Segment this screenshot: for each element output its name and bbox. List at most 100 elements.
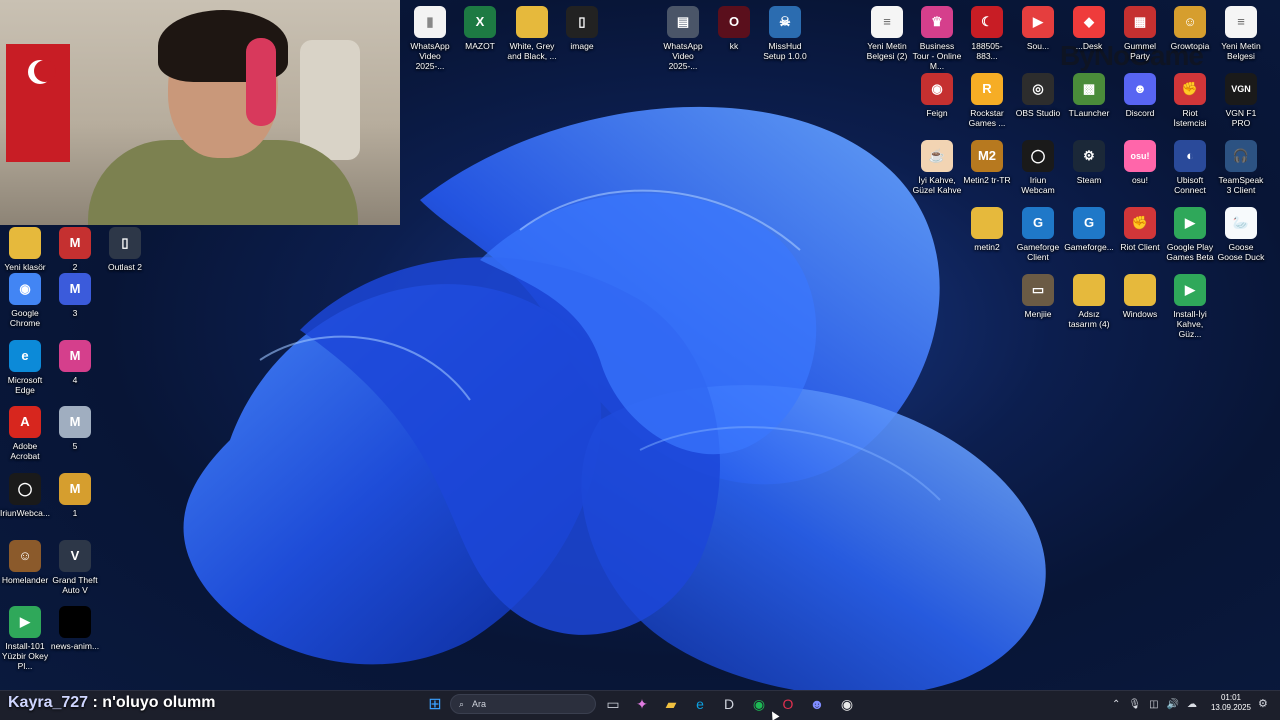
icon-gummel-party[interactable]: ▦ Gummel Party <box>1115 6 1165 61</box>
taskbar-search[interactable]: ⌕ Ara <box>450 694 596 714</box>
icon-label: osu! <box>1131 175 1149 185</box>
file-explorer-button[interactable]: ▰ <box>660 694 682 714</box>
cloud-icon[interactable]: ☁ <box>1187 699 1197 710</box>
icon-metin2-tr[interactable]: M2 Metin2 tr-TR <box>962 140 1012 185</box>
icon-riot-istemcisi[interactable]: ✊ Riot İstemcisi <box>1165 73 1215 128</box>
icon-outlast-2-icon: ▯ <box>109 227 141 259</box>
icon-2[interactable]: M2 <box>50 227 100 272</box>
icon-whatsapp-video-2[interactable]: ▤ WhatsApp Video 2025-... <box>658 6 708 71</box>
network-icon[interactable]: ◫ <box>1149 699 1158 710</box>
icon-label: Growtopia <box>1170 41 1210 51</box>
icon-microsoft-edge[interactable]: e Microsoft Edge <box>0 340 50 395</box>
icon-goose-goose-duck-icon: 🦢 <box>1225 207 1257 239</box>
icon-metin2[interactable]: metin2 <box>962 207 1012 252</box>
webcam-overlay <box>0 0 400 225</box>
icon-flag-file-icon: ☾ <box>971 6 1003 38</box>
chevron-up-icon[interactable]: ⌃ <box>1112 699 1120 710</box>
icon-iriunwebcam[interactable]: ◯ IriunWebca... <box>0 473 50 518</box>
clock-time: 01:01 <box>1220 693 1242 702</box>
icon-microsoft-edge-icon: e <box>9 340 41 372</box>
icon-goose-goose-duck[interactable]: 🦢 Goose Goose Duck <box>1216 207 1266 262</box>
copilot-button[interactable]: ✦ <box>631 694 653 714</box>
icon-anydesk[interactable]: ◆ ...Desk <box>1064 6 1114 51</box>
icon-whatsapp-video-1[interactable]: ▮ WhatsApp Video 2025-... <box>405 6 455 71</box>
microphone-icon[interactable]: 🎙 <box>1128 699 1141 710</box>
icon-osu[interactable]: osu! osu! <box>1115 140 1165 185</box>
spotify-button[interactable]: ◉ <box>748 694 770 714</box>
icon-label: WhatsApp Video 2025-... <box>663 41 703 71</box>
volume-icon[interactable]: 🔊 <box>1167 699 1179 710</box>
chrome-taskbar-button[interactable]: ◉ <box>836 694 858 714</box>
icon-gameforge-2[interactable]: G Gameforge... <box>1064 207 1114 252</box>
icon-discord[interactable]: ☻ Discord <box>1115 73 1165 118</box>
icon-gta-v[interactable]: V Grand Theft Auto V <box>50 540 100 595</box>
start-button[interactable]: ⊞ <box>424 694 446 714</box>
icon-iriun-webcam[interactable]: ◯ Iriun Webcam <box>1013 140 1063 195</box>
icon-iyi-kahve-icon: ☕ <box>921 140 953 172</box>
icon-outlast-2[interactable]: ▯ Outlast 2 <box>100 227 150 272</box>
icon-vgn-f1-pro[interactable]: VGN VGN F1 PRO <box>1216 73 1266 128</box>
icon-label: Adsız tasarım (4) <box>1068 309 1110 329</box>
icon-yeni-metin[interactable]: ≡ Yeni Metin Belgesi <box>1216 6 1266 61</box>
icon-image[interactable]: ▯ image <box>557 6 607 51</box>
icon-riot-istemcisi-icon: ✊ <box>1174 73 1206 105</box>
chair <box>300 40 360 160</box>
icon-windows-folder[interactable]: Windows <box>1115 274 1165 319</box>
icon-misshud[interactable]: ☠ MissHud Setup 1.0.0 <box>760 6 810 61</box>
icon-flag-file[interactable]: ☾ 188505-883... <box>962 6 1012 61</box>
icon-adsiz-tasarim[interactable]: Adsız tasarım (4) <box>1064 274 1114 329</box>
icon-business-tour-icon: ♛ <box>921 6 953 38</box>
icon-label: Google Play Games Beta <box>1166 242 1214 262</box>
icon-label: 188505-883... <box>971 41 1003 61</box>
icon-label: 4 <box>72 375 78 385</box>
chat-username: Kayra_727 <box>8 694 89 711</box>
dell-button[interactable]: D <box>718 694 740 714</box>
discord-taskbar-button[interactable]: ☻ <box>806 694 828 714</box>
icon-yeni-metin-2[interactable]: ≡ Yeni Metin Belgesi (2) <box>862 6 912 61</box>
icon-growtopia[interactable]: ☺ Growtopia <box>1165 6 1215 51</box>
taskbar-clock[interactable]: 01:01 13.09.2025 <box>1208 693 1254 713</box>
icon-tlauncher[interactable]: ▩ TLauncher <box>1064 73 1114 118</box>
icon-feign[interactable]: ◉ Feign <box>912 73 962 118</box>
icon-iriunwebcam-icon: ◯ <box>9 473 41 505</box>
icon-riot-client[interactable]: ✊ Riot Client <box>1115 207 1165 252</box>
icon-label: Install-101 Yüzbir Okey Pl... <box>1 641 49 671</box>
icon-news-anim[interactable]: news-anim... <box>50 606 100 651</box>
icon-mazot[interactable]: X MAZOT <box>455 6 505 51</box>
icon-3[interactable]: M3 <box>50 273 100 318</box>
icon-soundpad[interactable]: ▶ Sou... <box>1013 6 1063 51</box>
icon-label: Rockstar Games ... <box>968 108 1006 128</box>
icon-iyi-kahve[interactable]: ☕ İyi Kahve, Güzel Kahve <box>912 140 962 195</box>
opera-button[interactable]: O <box>777 694 799 714</box>
icon-label: Metin2 tr-TR <box>963 175 1011 185</box>
icon-gameforge-client[interactable]: G Gameforge Client <box>1013 207 1063 262</box>
edge-taskbar-button[interactable]: e <box>689 694 711 714</box>
icon-menjiie[interactable]: ▭ Menjiie <box>1013 274 1063 319</box>
icon-anydesk-icon: ◆ <box>1073 6 1105 38</box>
icon-install-iyi-kahve[interactable]: ▶ Install-İyi Kahve, Güz... <box>1165 274 1215 339</box>
icon-google-play-games[interactable]: ▶ Google Play Games Beta <box>1165 207 1215 262</box>
icon-obs[interactable]: ◎ OBS Studio <box>1013 73 1063 118</box>
icon-install-101-yuzbir[interactable]: ▶ Install-101 Yüzbir Okey Pl... <box>0 606 50 671</box>
icon-5-icon: M <box>59 406 91 438</box>
icon-steam[interactable]: ⚙ Steam <box>1064 140 1114 185</box>
task-view-button[interactable]: ▭ <box>602 694 624 714</box>
icon-label: Microsoft Edge <box>7 375 43 395</box>
system-tray: ⌃ 🎙 ◫ 🔊 ☁ <box>1112 694 1197 714</box>
icon-5[interactable]: M5 <box>50 406 100 451</box>
icon-teamspeak[interactable]: 🎧 TeamSpeak 3 Client <box>1216 140 1266 195</box>
icon-gameforge-2-icon: G <box>1073 207 1105 239</box>
icon-white-grey-black[interactable]: White, Grey and Black, ... <box>507 6 557 61</box>
notification-icon[interactable]: ⚙ <box>1258 697 1268 710</box>
icon-kk[interactable]: Okk <box>709 6 759 51</box>
icon-ubisoft[interactable]: ◐ Ubisoft Connect <box>1165 140 1215 195</box>
icon-google-chrome[interactable]: ◉ Google Chrome <box>0 273 50 328</box>
icon-1[interactable]: M1 <box>50 473 100 518</box>
icon-teamspeak-icon: 🎧 <box>1225 140 1257 172</box>
icon-rockstar[interactable]: R Rockstar Games ... <box>962 73 1012 128</box>
icon-growtopia-icon: ☺ <box>1174 6 1206 38</box>
icon-4[interactable]: M4 <box>50 340 100 385</box>
icon-business-tour[interactable]: ♛ Business Tour - Online M... <box>912 6 962 71</box>
icon-homelander[interactable]: ☺ Homelander <box>0 540 50 585</box>
icon-adobe-acrobat[interactable]: A Adobe Acrobat <box>0 406 50 461</box>
